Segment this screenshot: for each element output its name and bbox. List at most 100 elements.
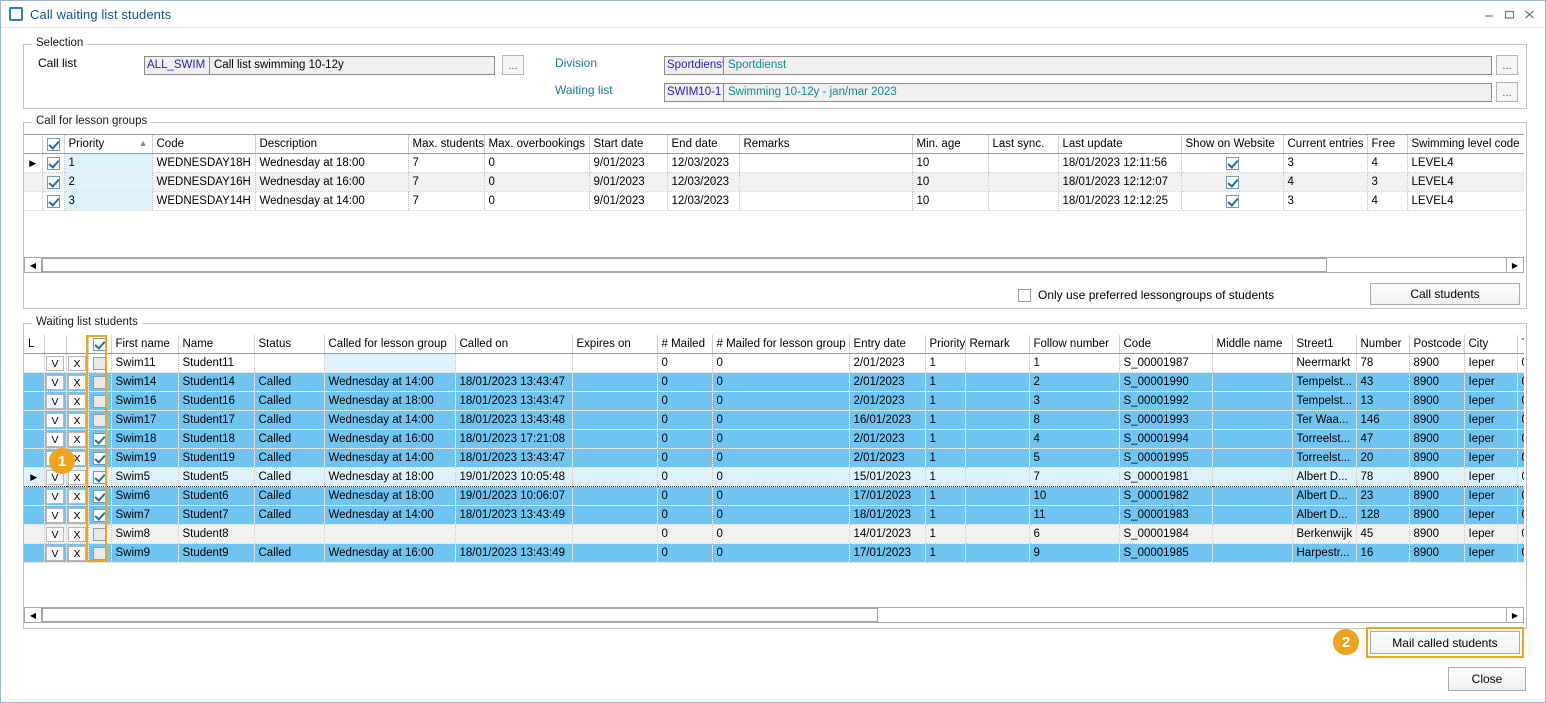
cell-delete-button[interactable]: X <box>66 544 88 563</box>
checkbox-icon[interactable] <box>1226 195 1239 208</box>
waiting-list-description[interactable]: Swimming 10-12y - jan/mar 2023 <box>724 83 1492 102</box>
cell-view-button[interactable]: V <box>44 430 66 449</box>
cell-select-checkbox[interactable] <box>88 449 111 468</box>
checkbox-icon[interactable] <box>93 433 106 446</box>
waiting-list-header-code[interactable]: Code <box>1119 335 1212 354</box>
cell-select-checkbox[interactable] <box>88 544 111 563</box>
table-row[interactable]: ▶ 1 WEDNESDAY18H Wednesday at 18:00 7 0 … <box>24 154 1524 173</box>
cell-delete-button[interactable]: X <box>66 525 88 544</box>
lesson-groups-hscrollbar[interactable]: ◀ ▶ <box>24 257 1524 273</box>
view-icon[interactable]: V <box>46 356 64 371</box>
table-row[interactable]: VXSwim7Student7CalledWednesday at 14:001… <box>24 506 1524 525</box>
cell-view-button[interactable]: V <box>44 354 66 373</box>
checkbox-icon[interactable] <box>93 376 106 389</box>
scroll-left-icon[interactable]: ◀ <box>25 258 42 272</box>
lesson-groups-header-remarks[interactable]: Remarks <box>739 135 912 154</box>
waiting-list-hscrollbar[interactable]: ◀ ▶ <box>24 607 1524 623</box>
minimize-icon[interactable] <box>1479 4 1499 24</box>
scroll-right-icon[interactable]: ▶ <box>1506 608 1523 622</box>
call-list-code[interactable]: ALL_SWIM <box>144 56 210 75</box>
checkbox-icon[interactable] <box>93 528 106 541</box>
checkbox-icon[interactable] <box>47 176 60 189</box>
close-button[interactable]: Close <box>1448 667 1526 691</box>
lesson-groups-header-min-age[interactable]: Min. age <box>912 135 988 154</box>
maximize-icon[interactable] <box>1499 4 1519 24</box>
waiting-list-header-number[interactable]: Number <box>1356 335 1409 354</box>
cell-delete-button[interactable]: X <box>66 487 88 506</box>
call-students-button[interactable]: Call students <box>1370 283 1520 305</box>
cell-delete-button[interactable]: X <box>66 373 88 392</box>
waiting-list-header-mailed[interactable]: # Mailed <box>657 335 712 354</box>
checkbox-icon[interactable] <box>47 195 60 208</box>
cell-show-on-website[interactable] <box>1181 154 1283 173</box>
view-icon[interactable]: V <box>46 432 64 447</box>
scroll-thumb[interactable] <box>42 608 878 622</box>
view-icon[interactable]: V <box>46 394 64 409</box>
cell-select-checkbox[interactable] <box>88 411 111 430</box>
lesson-groups-grid[interactable]: Priority ▲ Code Description Max. student… <box>24 134 1524 257</box>
cell-view-button[interactable]: V <box>44 373 66 392</box>
remove-icon[interactable]: X <box>68 508 86 523</box>
remove-icon[interactable]: X <box>68 413 86 428</box>
table-row[interactable]: ▶VXSwim5Student5CalledWednesday at 18:00… <box>24 468 1524 487</box>
remove-icon[interactable]: X <box>68 527 86 542</box>
checkbox-icon[interactable] <box>93 547 106 560</box>
checkbox-icon[interactable] <box>93 357 106 370</box>
lesson-groups-header-selectall[interactable] <box>42 135 64 154</box>
checkbox-icon[interactable] <box>1226 157 1239 170</box>
waiting-list-label[interactable]: Waiting list <box>555 83 613 97</box>
waiting-list-header-postcode[interactable]: Postcode <box>1409 335 1464 354</box>
checkbox-icon[interactable] <box>93 452 106 465</box>
only-preferred-lessongroups-row[interactable]: Only use preferred lessongroups of stude… <box>1018 288 1274 302</box>
view-icon[interactable]: V <box>46 527 64 542</box>
division-field[interactable]: Sportdienst Sportdienst ... <box>664 55 1518 75</box>
cell-view-button[interactable]: V <box>44 411 66 430</box>
table-row[interactable]: 3 WEDNESDAY14H Wednesday at 14:00 7 0 9/… <box>24 192 1524 211</box>
cell-select-checkbox[interactable] <box>88 468 111 487</box>
waiting-list-header-priority[interactable]: Priority <box>925 335 965 354</box>
lesson-groups-header-end-date[interactable]: End date <box>667 135 739 154</box>
call-list-field[interactable]: ALL_SWIM Call list swimming 10-12y ... <box>144 55 524 75</box>
waiting-list-header-t[interactable]: T <box>1517 335 1524 354</box>
checkbox-icon[interactable] <box>93 395 106 408</box>
waiting-list-header-follow-number[interactable]: Follow number <box>1029 335 1119 354</box>
cell-select-checkbox[interactable] <box>88 392 111 411</box>
remove-icon[interactable]: X <box>68 489 86 504</box>
waiting-list-header-street1[interactable]: Street1 <box>1292 335 1356 354</box>
remove-icon[interactable]: X <box>68 394 86 409</box>
view-icon[interactable]: V <box>46 508 64 523</box>
cell-delete-button[interactable]: X <box>66 392 88 411</box>
remove-icon[interactable]: X <box>68 375 86 390</box>
view-icon[interactable]: V <box>46 375 64 390</box>
table-row[interactable]: VXSwim19Student19CalledWednesday at 14:0… <box>24 449 1524 468</box>
checkbox-icon[interactable] <box>1226 176 1239 189</box>
close-icon[interactable] <box>1519 4 1539 24</box>
waiting-list-header-mailed-for-lesson-group[interactable]: # Mailed for lesson group <box>712 335 849 354</box>
lesson-groups-header-code[interactable]: Code <box>152 135 255 154</box>
cell-view-button[interactable]: V <box>44 525 66 544</box>
scroll-track[interactable] <box>42 608 1506 622</box>
cell-select-checkbox[interactable] <box>88 487 111 506</box>
division-browse-button[interactable]: ... <box>1496 55 1518 75</box>
waiting-list-header-expires-on[interactable]: Expires on <box>572 335 657 354</box>
cell-delete-button[interactable]: X <box>66 506 88 525</box>
cell-select-checkbox[interactable] <box>88 354 111 373</box>
waiting-list-header-remark[interactable]: Remark <box>965 335 1029 354</box>
waiting-list-header-name[interactable]: Name <box>178 335 254 354</box>
cell-view-button[interactable]: V <box>44 506 66 525</box>
lesson-groups-header-max-overbookings[interactable]: Max. overbookings <box>484 135 589 154</box>
row-select-checkbox[interactable] <box>42 173 64 192</box>
cell-show-on-website[interactable] <box>1181 192 1283 211</box>
table-row[interactable]: VXSwim9Student9CalledWednesday at 16:001… <box>24 544 1524 563</box>
checkbox-icon[interactable] <box>93 471 106 484</box>
scroll-left-icon[interactable]: ◀ <box>25 608 42 622</box>
waiting-list-code[interactable]: SWIM10-1 <box>664 83 724 102</box>
cell-select-checkbox[interactable] <box>88 373 111 392</box>
waiting-list-header-selectall[interactable] <box>88 335 111 354</box>
lesson-groups-header-start-date[interactable]: Start date <box>589 135 667 154</box>
table-row[interactable]: VXSwim14Student14CalledWednesday at 14:0… <box>24 373 1524 392</box>
row-select-checkbox[interactable] <box>42 192 64 211</box>
remove-icon[interactable]: X <box>68 432 86 447</box>
waiting-list-students-grid[interactable]: L First name Name Status Called for less… <box>24 335 1524 600</box>
remove-icon[interactable]: X <box>68 356 86 371</box>
